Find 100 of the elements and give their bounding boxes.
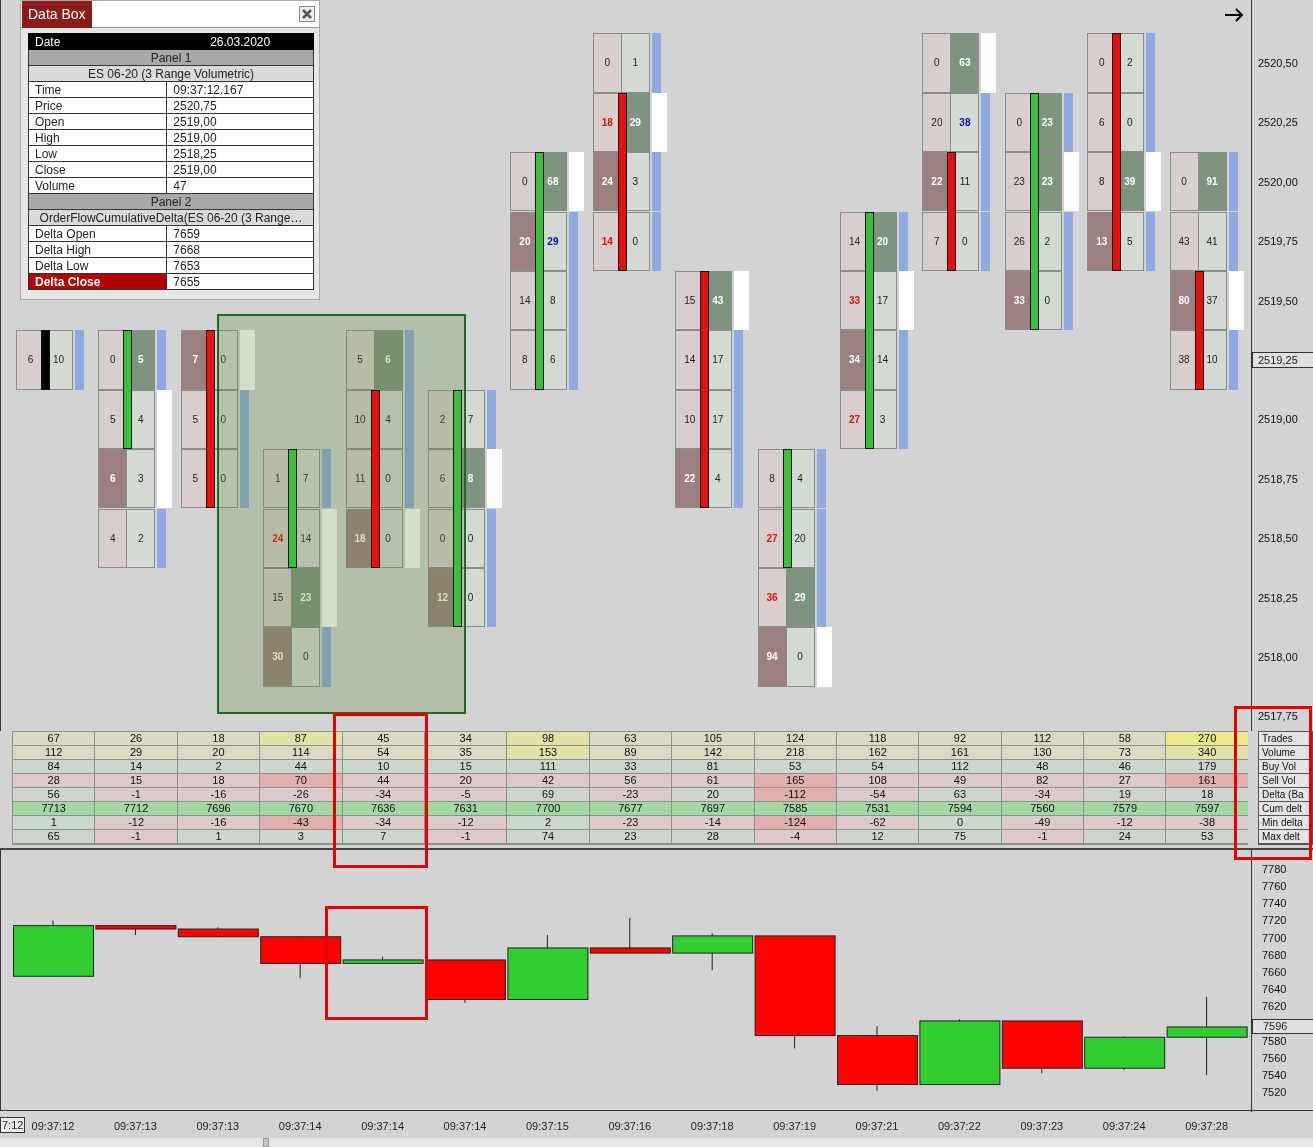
table-cell: 82 bbox=[1001, 774, 1084, 787]
table-cell: 1 bbox=[177, 830, 260, 843]
ask-volume: 23 bbox=[291, 567, 321, 628]
table-cell: -12 bbox=[1084, 816, 1166, 829]
table-cell: 2 bbox=[507, 816, 589, 829]
table-cell: 114 bbox=[260, 746, 342, 759]
row-label: Trades bbox=[1259, 732, 1312, 745]
table-cell: 218 bbox=[754, 746, 836, 759]
bid-volume: 20 bbox=[922, 92, 952, 153]
table-cell: -43 bbox=[260, 816, 342, 829]
ask-volume: 41 bbox=[1197, 211, 1227, 271]
price-label: 2518,00 bbox=[1258, 650, 1298, 664]
table-cell: 165 bbox=[754, 774, 836, 787]
table-cell: 19 bbox=[1084, 788, 1166, 801]
table-cell: 7585 bbox=[754, 802, 836, 815]
bid-volume: 0 bbox=[1169, 152, 1199, 212]
bid-volume: 15 bbox=[263, 567, 293, 628]
table-cell: 161 bbox=[1166, 774, 1248, 787]
row-label: Max delt bbox=[1259, 830, 1312, 843]
scrollbar-thumb[interactable] bbox=[263, 1138, 269, 1147]
bid-volume: 30 bbox=[263, 627, 293, 687]
table-cell: 67 bbox=[13, 732, 95, 745]
table-cell: 44 bbox=[260, 760, 342, 773]
scrollbar[interactable] bbox=[0, 1138, 1313, 1147]
table-cell: 53 bbox=[754, 760, 836, 773]
panel-title-tab[interactable]: Data Box bbox=[22, 0, 92, 28]
table-cell: 112 bbox=[13, 746, 95, 759]
price-label: 2519,75 bbox=[1258, 234, 1298, 249]
table-cell: 26 bbox=[95, 732, 177, 745]
table-cell: 161 bbox=[919, 746, 1001, 759]
table-cell: 7594 bbox=[919, 802, 1001, 815]
table-cell: 87 bbox=[260, 732, 342, 745]
table-cell: 20 bbox=[177, 746, 260, 759]
table-cell: 142 bbox=[672, 746, 754, 759]
price-label: 2519,00 bbox=[1258, 412, 1298, 427]
table-cell: 111 bbox=[507, 760, 589, 773]
table-cell: -26 bbox=[260, 788, 342, 801]
axis-label: 7560 bbox=[1262, 1050, 1287, 1065]
current-value-label: 7596 bbox=[1252, 1018, 1313, 1034]
price-label: 2520,25 bbox=[1258, 115, 1298, 130]
bid-volume: 4 bbox=[98, 508, 128, 568]
price-label: 2520,50 bbox=[1258, 56, 1298, 70]
table-cell: 75 bbox=[919, 830, 1001, 843]
ask-volume: 0 bbox=[291, 627, 321, 687]
table-cell: 7579 bbox=[1084, 802, 1166, 815]
time-label: 09:37:28 bbox=[1185, 1119, 1228, 1133]
ask-volume: 29 bbox=[785, 567, 815, 628]
table-cell: 112 bbox=[919, 760, 1001, 773]
row-label: Volume bbox=[1259, 746, 1312, 759]
table-cell: 7560 bbox=[1001, 802, 1084, 815]
price-label: 2517,75 bbox=[1258, 709, 1298, 724]
table-cell: 162 bbox=[836, 746, 919, 759]
time-label: 09:37:12 bbox=[31, 1119, 75, 1133]
axis-label: 7680 bbox=[1262, 947, 1287, 962]
table-cell: 20 bbox=[672, 788, 754, 801]
table-cell: 7697 bbox=[672, 802, 754, 815]
table-cell: -23 bbox=[589, 816, 672, 829]
arrow-right-icon[interactable] bbox=[1224, 7, 1244, 23]
table-cell: 112 bbox=[1001, 732, 1084, 745]
table-cell: 28 bbox=[672, 830, 754, 843]
table-cell: 54 bbox=[836, 760, 919, 773]
bid-volume: 0 bbox=[922, 33, 952, 93]
table-cell: 15 bbox=[95, 774, 177, 787]
time-label: 09:37:14 bbox=[443, 1119, 487, 1133]
table-cell: 7696 bbox=[177, 802, 260, 815]
ask-volume: 2 bbox=[126, 508, 156, 568]
table-cell: 7677 bbox=[589, 802, 672, 815]
row-label: Min delta bbox=[1259, 816, 1312, 829]
table-cell: 63 bbox=[589, 732, 672, 745]
axis-label: 7540 bbox=[1262, 1068, 1287, 1083]
table-cell: 0 bbox=[919, 816, 1001, 829]
table-cell: 69 bbox=[507, 788, 589, 801]
ask-volume: 3 bbox=[126, 449, 156, 509]
row-label: Sell Vol bbox=[1259, 774, 1312, 787]
time-label: 09:37:22 bbox=[938, 1119, 981, 1133]
table-cell: 45 bbox=[342, 732, 424, 745]
table-cell: 130 bbox=[1001, 746, 1084, 759]
table-cell: -4 bbox=[754, 830, 836, 843]
table-cell: 153 bbox=[507, 746, 589, 759]
table-cell: 7712 bbox=[95, 802, 177, 815]
field-label: Date bbox=[28, 33, 167, 50]
bid-volume: 43 bbox=[1169, 211, 1199, 271]
price-label: 2518,25 bbox=[1258, 590, 1298, 605]
axis-label: 7640 bbox=[1262, 982, 1287, 997]
price-label: 2518,50 bbox=[1258, 531, 1298, 546]
ask-volume: 38 bbox=[950, 92, 980, 153]
table-cell: 63 bbox=[919, 788, 1001, 801]
table-cell: -62 bbox=[836, 816, 919, 829]
table-cell: 92 bbox=[919, 732, 1001, 745]
table-cell: 70 bbox=[260, 774, 342, 787]
table-cell: -12 bbox=[95, 816, 177, 829]
bid-volume: 6 bbox=[98, 449, 128, 509]
table-cell: 18 bbox=[177, 732, 260, 745]
table-cell: 56 bbox=[589, 774, 672, 787]
current-price-label: 2519,25 bbox=[1252, 352, 1313, 368]
time-label: 09:37:23 bbox=[1020, 1119, 1064, 1133]
table-cell: -34 bbox=[342, 788, 424, 801]
table-cell: 56 bbox=[13, 788, 95, 801]
close-button[interactable] bbox=[299, 6, 315, 22]
axis-label: 7660 bbox=[1262, 964, 1287, 979]
